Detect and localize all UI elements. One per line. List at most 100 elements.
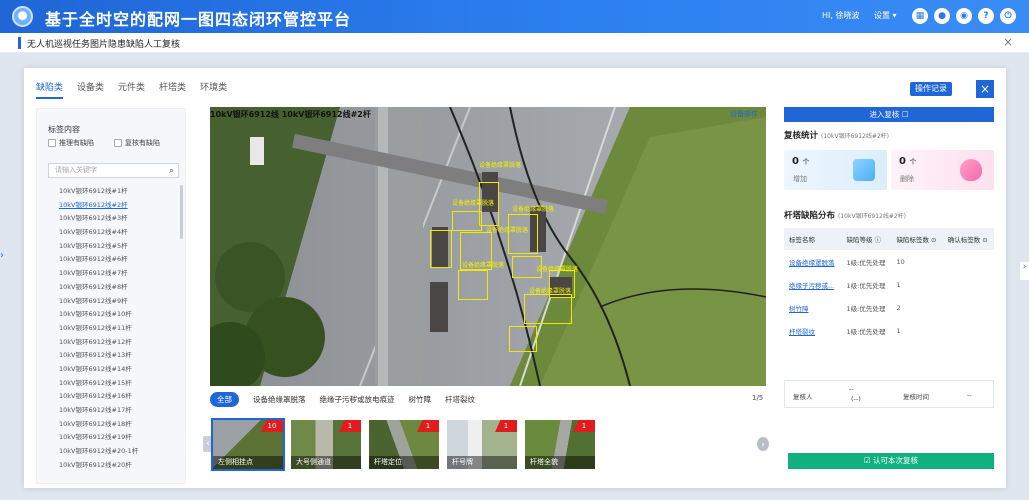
thumbnail[interactable]: 1 杆号牌	[445, 418, 519, 471]
page-subbar: 无人机巡视任务图片隐患缺陷人工复核 ×	[0, 33, 1029, 53]
thumb-next-button[interactable]: ›	[757, 437, 769, 451]
settings-icon[interactable]: ◉	[956, 8, 972, 24]
detection-label: 设备绝缘罩脱落	[452, 200, 495, 207]
reviewer-sub-value: (--)	[851, 395, 861, 403]
review-stats-title: 复核统计	[784, 131, 819, 141]
tower-list-item[interactable]: 10kV银环6912线#10杆	[59, 308, 169, 322]
header-icon-group: ▦ ● ◉ ? ⏻	[912, 8, 1016, 24]
help-icon[interactable]: ?	[978, 8, 994, 24]
defect-dist-title: 杆塔缺陷分布	[784, 211, 836, 221]
tower-list-item[interactable]: 10kV银环6912线#7杆	[59, 267, 169, 281]
inferred-defect-filter[interactable]: 推理有缺陷	[48, 138, 94, 148]
review-stats-subtitle: (10kV银环6912线#2杆)	[821, 133, 890, 140]
detection-box[interactable]	[508, 214, 538, 254]
tab-tower[interactable]: 杆塔类	[159, 80, 186, 99]
tower-list-item[interactable]: 10kV银环6912线#2杆	[59, 199, 169, 213]
detection-box[interactable]	[524, 294, 572, 324]
thumbnail[interactable]: 1 杆塔定位	[367, 418, 441, 471]
tab-defect[interactable]: 缺陷类	[36, 80, 64, 99]
defect-count: 10	[896, 257, 905, 266]
checkbox-icon[interactable]	[114, 139, 122, 147]
scrollbar[interactable]	[180, 185, 183, 239]
chip-tower-crack[interactable]: 杆塔裂纹	[445, 394, 475, 405]
chevron-right-icon[interactable]: ›	[0, 250, 8, 268]
confirmed-count	[943, 319, 994, 342]
close-icon[interactable]: ×	[1003, 35, 1013, 49]
table-header-row: 标签名称 缺陷等级 ⓘ 缺陷标签数 ⊙ 确认标签数 ⊙	[784, 228, 994, 250]
tower-list-item[interactable]: 10kV银环6912线#5杆	[59, 240, 169, 254]
deleted-unit: 个	[909, 158, 917, 166]
tower-list-item[interactable]: 10kV银环6912线#18杆	[59, 418, 169, 432]
circle-icon[interactable]: ●	[934, 8, 950, 24]
defect-level: 1级:优先处理	[846, 304, 886, 313]
label-name-link[interactable]: 树竹障	[784, 296, 842, 319]
detection-box[interactable]	[430, 230, 452, 268]
label-name-link[interactable]: 设备绝缘罩脱落	[784, 250, 842, 273]
tower-list-item[interactable]: 10kV银环6912线#15杆	[59, 377, 169, 391]
tower-list-item[interactable]: 10kV银环6912线#14杆	[59, 363, 169, 377]
detection-box[interactable]	[452, 211, 482, 231]
tower-list-item[interactable]: 10kV银环6912线#6杆	[59, 253, 169, 267]
tower-list-item[interactable]: 10kV银环6912线#11杆	[59, 322, 169, 336]
approve-review-button[interactable]: ☑ 认可本次复核	[788, 453, 994, 469]
chip-tree-obstacle[interactable]: 树竹障	[409, 394, 432, 405]
tower-list-item[interactable]: 10kV银环6912线#20杆	[59, 459, 169, 473]
thumbnail-caption: 大号侧通道	[291, 456, 361, 469]
defect-dist-subtitle: (10kV银环6912线#2杆)	[838, 213, 907, 220]
deleted-label: 删除	[900, 175, 914, 183]
tower-list-item[interactable]: 10kV银环6912线#3杆	[59, 212, 169, 226]
tab-component[interactable]: 元件类	[118, 80, 145, 99]
detection-box[interactable]	[458, 270, 488, 300]
detection-label: 设备绝缘罩脱落	[536, 266, 579, 273]
tower-list-item[interactable]: 10kV银环6912线#16杆	[59, 390, 169, 404]
chevron-left-icon[interactable]: ›	[1020, 262, 1029, 280]
tab-equipment[interactable]: 设备类	[77, 80, 104, 99]
review-time-label: 复核时间	[903, 393, 929, 401]
thumbnail-strip: 10 左侧相挂点 1 大号侧通道 1 杆塔定位 1 杆号牌 1 杆塔全貌	[211, 418, 597, 471]
table-row: 绝缘子污秽或... 1级:优先处理 1	[784, 273, 994, 296]
modal-close-button[interactable]: ×	[976, 80, 994, 98]
enter-review-button[interactable]: 进入复核 ☐	[784, 107, 994, 122]
tower-list-item[interactable]: 10kV银环6912线#17杆	[59, 404, 169, 418]
search-icon[interactable]: ⌕	[169, 165, 174, 178]
thumbnail[interactable]: 1 大号侧通道	[289, 418, 363, 471]
defect-count: 1	[896, 280, 901, 289]
tower-list-item[interactable]: 10kV银环6912线#8杆	[59, 281, 169, 295]
power-icon[interactable]: ⏻	[1000, 8, 1016, 24]
settings-menu[interactable]: 设置 ▾	[874, 10, 897, 21]
user-greeting[interactable]: HI, 徐晓波	[822, 10, 859, 21]
search-input[interactable]: 请输入关键字 ⌕	[48, 163, 179, 178]
tab-environment[interactable]: 环境类	[200, 80, 227, 99]
chip-insulation-cover[interactable]: 设备绝缘罩脱落	[253, 394, 306, 405]
thumbnail[interactable]: 10 左侧相挂点	[211, 418, 285, 471]
chip-all[interactable]: 全部	[210, 392, 239, 407]
detection-label: 设备绝缘罩脱落	[512, 206, 555, 213]
added-count: 0	[792, 156, 799, 167]
thumbnail[interactable]: 1 杆塔全貌	[523, 418, 597, 471]
added-stat-card: 0 个 增加	[784, 150, 887, 190]
checkbox-icon[interactable]	[48, 139, 56, 147]
label-name-link[interactable]: 绝缘子污秽或...	[784, 273, 842, 296]
tower-list-item[interactable]: 10kV银环6912线#19杆	[59, 431, 169, 445]
label-content-title: 标签内容	[48, 125, 80, 134]
tower-sidebar: 标签内容 推理有缺陷 复核有缺陷 请输入关键字 ⌕ 10kV银环6912线#1杆…	[36, 108, 186, 484]
grid-icon[interactable]: ▦	[912, 8, 928, 24]
photo-tag: 设备部件	[730, 110, 758, 118]
reviewed-defect-filter[interactable]: 复核有缺陷	[114, 138, 160, 148]
deleted-count: 0	[899, 156, 906, 167]
tower-list-item[interactable]: 10kV银环6912线#20-1杆	[59, 445, 169, 459]
tower-list-item[interactable]: 10kV银环6912线#1杆	[59, 185, 169, 199]
checkbox-label: 复核有缺陷	[125, 139, 160, 147]
tower-list-item[interactable]: 10kV银环6912线#13杆	[59, 349, 169, 363]
detection-label: 设备绝缘罩脱落	[462, 262, 505, 269]
detection-box[interactable]	[509, 326, 537, 352]
review-stats-heading: 复核统计 (10kV银环6912线#2杆)	[784, 129, 889, 141]
chip-insulator-pollution[interactable]: 绝缘子污秽或放电痕迹	[320, 394, 395, 405]
detection-label: 设备绝缘罩脱落	[479, 162, 522, 169]
tower-list-item[interactable]: 10kV银环6912线#4杆	[59, 226, 169, 240]
label-name-link[interactable]: 杆塔裂纹	[784, 319, 842, 342]
defect-distribution-heading: 杆塔缺陷分布 (10kV银环6912线#2杆)	[784, 209, 906, 221]
operation-log-button[interactable]: 操作记录	[910, 82, 952, 96]
tower-list-item[interactable]: 10kV银环6912线#9杆	[59, 295, 169, 309]
tower-list-item[interactable]: 10kV银环6912线#12杆	[59, 336, 169, 350]
